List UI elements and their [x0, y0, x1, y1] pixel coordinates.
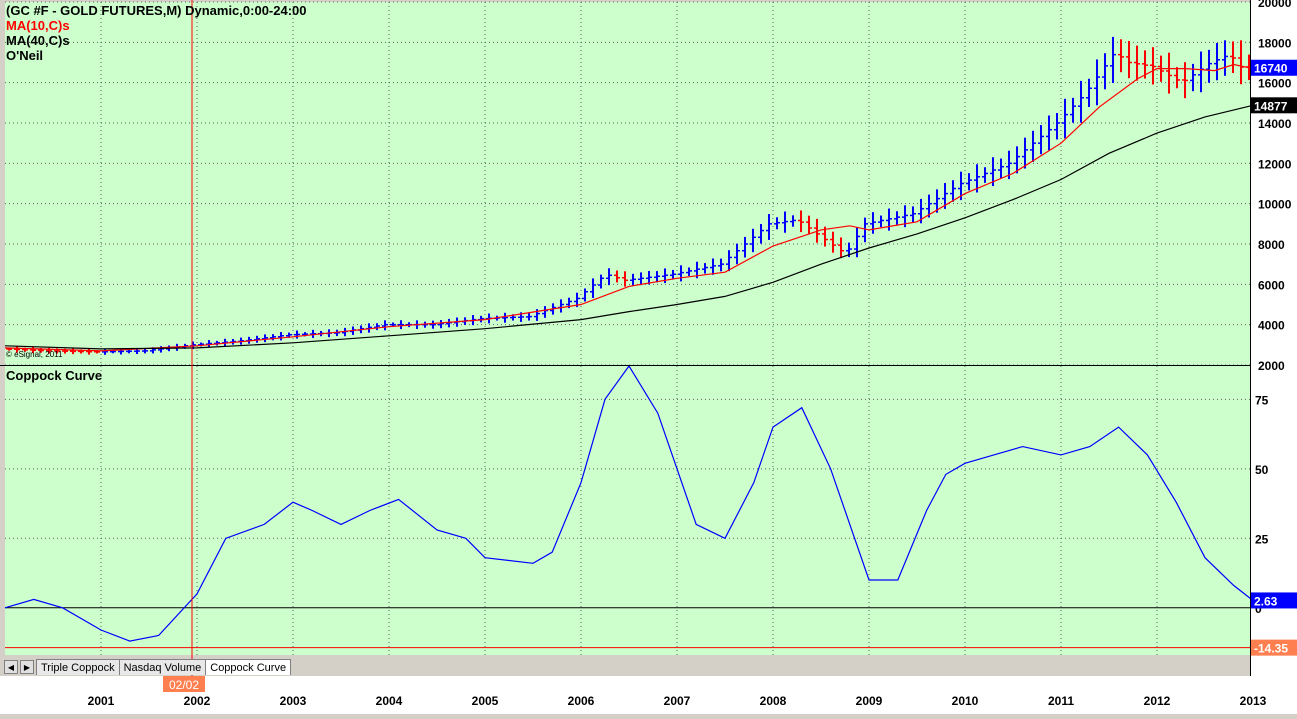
arrow-left-icon: ◀ [7, 662, 15, 672]
price-tick-label: 14000 [1258, 117, 1292, 131]
arrow-right-icon: ▶ [23, 662, 31, 672]
x-tick-label: 2011 [1048, 694, 1074, 708]
price-panel [4, 1, 1260, 366]
tab-nasdaq-volume[interactable]: Nasdaq Volume [118, 659, 207, 675]
price-tick-label: 20000 [1258, 0, 1292, 10]
x-tick-label: 2003 [280, 694, 307, 708]
x-tick-label: 2002 [184, 694, 211, 708]
chart-canvas: 2001 2002 2003 2004 2005 2006 2007 2008 2009 2010… [0, 0, 1297, 714]
coppock-title: Coppock Curve [6, 368, 102, 383]
x-tick-label: 2010 [952, 694, 979, 708]
cursor-date-label: 02/02 [169, 678, 199, 692]
price-tick-label: 4000 [1258, 319, 1285, 333]
last-price-badge: 16740 [1254, 62, 1288, 76]
x-tick-label: 2007 [664, 694, 691, 708]
study-label-oneil: O'Neil [6, 48, 43, 63]
x-tick-label: 2004 [376, 694, 403, 708]
x-tick-label: 2013 [1240, 694, 1267, 708]
x-tick-label: 2006 [568, 694, 595, 708]
study-label-ma10: MA(10,C)s [6, 18, 70, 33]
price-tick-label: 12000 [1258, 157, 1292, 171]
chart-window: 2001 2002 2003 2004 2005 2006 2007 2008 2009 2010… [0, 0, 1297, 714]
price-tick-label: 16000 [1258, 77, 1292, 91]
tab-bar: ◀ ▶ Triple Coppock Nasdaq Volume Coppock… [4, 658, 292, 676]
tab-triple-coppock[interactable]: Triple Coppock [36, 659, 120, 675]
x-tick-label: 2012 [1144, 694, 1171, 708]
price-tick-label: 6000 [1258, 278, 1285, 292]
chart-header: (GC #F - GOLD FUTURES,M) Dynamic,0:00-24… [6, 3, 307, 18]
coppock-lower-badge: -14.35 [1254, 642, 1288, 656]
coppock-tick-label: 25 [1255, 532, 1269, 546]
copyright-label: © eSignal, 2011 [6, 350, 63, 359]
x-tick-label: 2001 [88, 694, 115, 708]
x-tick-label: 2008 [760, 694, 787, 708]
coppock-value-badge: 2.63 [1254, 594, 1278, 608]
price-tick-label: 2000 [1258, 359, 1285, 373]
x-tick-label: 2009 [856, 694, 883, 708]
coppock-tick-label: 75 [1255, 393, 1269, 407]
tab-scroll-right-button[interactable]: ▶ [20, 660, 34, 674]
tab-coppock-curve[interactable]: Coppock Curve [205, 659, 292, 675]
price-tick-label: 10000 [1258, 198, 1292, 212]
x-tick-label: 2005 [472, 694, 499, 708]
tab-scroll-left-button[interactable]: ◀ [4, 660, 18, 674]
coppock-tick-label: 50 [1255, 463, 1269, 477]
price-tick-label: 8000 [1258, 238, 1285, 252]
ma40-value-badge: 14877 [1254, 99, 1288, 113]
study-label-ma40: MA(40,C)s [6, 33, 70, 48]
price-tick-label: 18000 [1258, 36, 1292, 50]
